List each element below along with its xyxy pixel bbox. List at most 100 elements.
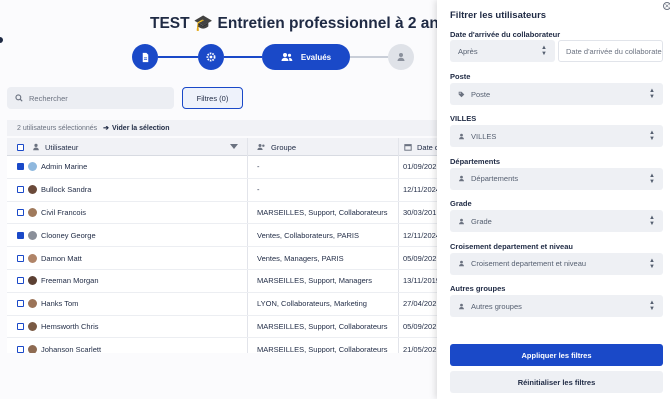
filter-panel: ✕ Filtrer les utilisateurs Date d'arrivé… bbox=[437, 0, 670, 399]
users-icon bbox=[257, 144, 265, 150]
clear-selection-link[interactable]: ➔ Vider la sélection bbox=[103, 124, 170, 133]
person-icon bbox=[459, 260, 464, 267]
filter-select[interactable]: Départements ▲ ▼ bbox=[450, 167, 663, 190]
avatar bbox=[28, 253, 37, 263]
table-row[interactable]: Bullock Sandra - 12/11/2024 bbox=[7, 179, 437, 202]
filter-select-value: Croisement departement et niveau bbox=[471, 259, 587, 269]
group-cell: MARSEILLES, Support, Collaborateurs bbox=[257, 321, 388, 331]
filters-button[interactable]: Filtres (0) bbox=[182, 87, 243, 109]
date-cell: 05/09/202 bbox=[403, 253, 437, 263]
filter-panel-title: Filtrer les utilisateurs bbox=[450, 10, 547, 21]
person-icon bbox=[459, 133, 464, 140]
user-cell[interactable]: Civil Francois bbox=[22, 202, 242, 224]
group-cell: MARSEILLES, Support, Collaborateurs bbox=[257, 344, 388, 353]
user-name: Damon Matt bbox=[41, 253, 82, 263]
step-evaluated[interactable]: Evalués bbox=[262, 44, 350, 70]
user-cell[interactable]: Hanks Tom bbox=[22, 293, 242, 315]
search-input[interactable]: Rechercher bbox=[7, 87, 174, 109]
person-icon bbox=[459, 218, 464, 224]
filter-select-value: Autres groupes bbox=[471, 301, 522, 311]
user-cell[interactable]: Freeman Morgan bbox=[22, 270, 242, 292]
user-name: Bullock Sandra bbox=[41, 185, 92, 195]
user-cell[interactable]: Admin Marine bbox=[22, 156, 242, 178]
document-icon bbox=[142, 52, 148, 62]
column-header-group[interactable]: Groupe bbox=[257, 138, 296, 156]
table-row[interactable]: Clooney George Ventes, Collaborateurs, PA… bbox=[7, 224, 437, 248]
avatar bbox=[28, 276, 37, 286]
step-settings[interactable] bbox=[198, 44, 224, 70]
page-title: TEST 🎓 Entretien professionnel à 2 ans •… bbox=[150, 15, 437, 32]
users-table: Utilisateur Groupe Date d' Admin Marine -… bbox=[7, 138, 437, 353]
avatar bbox=[28, 344, 37, 353]
arrival-date-input[interactable]: Date d'arrivée du collaborateur bbox=[558, 40, 663, 62]
user-name: Hanks Tom bbox=[41, 299, 79, 309]
sort-chevron-down-icon[interactable] bbox=[230, 138, 238, 156]
user-cell[interactable]: Damon Matt bbox=[22, 247, 242, 269]
user-cell[interactable]: Johanson Scarlett bbox=[22, 338, 242, 353]
table-row[interactable]: Freeman Morgan MARSEILLES, Support, Manag… bbox=[7, 270, 437, 293]
table-row[interactable]: Johanson Scarlett MARSEILLES, Support, Co… bbox=[7, 338, 437, 353]
clear-selection-label: Vider la sélection bbox=[112, 124, 170, 132]
user-cell[interactable]: Hemsworth Chris bbox=[22, 316, 242, 338]
table-row[interactable]: Civil Francois MARSEILLES, Support, Colla… bbox=[7, 202, 437, 225]
table-row[interactable]: Damon Matt Ventes, Managers, PARIS 05/09/2… bbox=[7, 247, 437, 270]
arrival-operator-select[interactable]: Après ▲ ▼ bbox=[450, 40, 555, 62]
filter-label: Croisement departement et niveau bbox=[450, 241, 573, 251]
filter-label: Poste bbox=[450, 72, 471, 81]
person-icon bbox=[459, 303, 464, 309]
close-icon[interactable]: ✕ bbox=[663, 2, 670, 10]
stepper-connector bbox=[158, 56, 198, 58]
avatar bbox=[28, 321, 37, 331]
column-header-user[interactable]: Utilisateur bbox=[32, 138, 78, 156]
filter-select[interactable]: VILLES ▲ ▼ bbox=[450, 125, 663, 148]
avatar bbox=[28, 230, 37, 240]
group-cell: LYON, Collaborateurs, Marketing bbox=[257, 299, 367, 309]
table-row[interactable]: Hanks Tom LYON, Collaborateurs, Marketing… bbox=[7, 293, 437, 316]
group-cell: MARSEILLES, Support, Collaborateurs bbox=[257, 207, 388, 217]
group-cell: MARSEILLES, Support, Managers bbox=[257, 276, 373, 286]
arrow-right-icon: ➔ bbox=[103, 125, 110, 132]
step-document[interactable] bbox=[132, 44, 158, 70]
user-name: Hemsworth Chris bbox=[41, 321, 99, 331]
table-row[interactable]: Hemsworth Chris MARSEILLES, Support, Coll… bbox=[7, 316, 437, 339]
user-cell[interactable]: Clooney George bbox=[22, 224, 242, 246]
filter-select[interactable]: Autres groupes ▲ ▼ bbox=[450, 295, 663, 317]
date-cell: 13/11/2019 bbox=[403, 276, 437, 286]
selection-bar: 2 utilisateurs sélectionnés ➔ Vider la s… bbox=[7, 120, 437, 136]
person-icon bbox=[33, 143, 39, 151]
reset-filters-button[interactable]: Réinitialiser les filtres bbox=[450, 371, 663, 393]
users-icon bbox=[281, 53, 293, 61]
avatar bbox=[28, 299, 37, 309]
select-arrows-icon: ▲ ▼ bbox=[649, 215, 655, 228]
user-cell[interactable]: Bullock Sandra bbox=[22, 179, 242, 201]
stepper-connector bbox=[350, 56, 388, 58]
group-cell: - bbox=[257, 162, 260, 172]
filter-select[interactable]: Grade ▲ ▼ bbox=[450, 210, 663, 233]
user-name: Admin Marine bbox=[41, 162, 88, 172]
filter-select[interactable]: Croisement departement et niveau ▲ ▼ bbox=[450, 252, 663, 275]
campaign-page: TEST 🎓 Entretien professionnel à 2 ans •… bbox=[0, 0, 437, 399]
group-cell: - bbox=[257, 185, 260, 195]
tag-icon bbox=[458, 91, 465, 97]
user-name: Johanson Scarlett bbox=[41, 344, 102, 353]
apply-filters-button[interactable]: Appliquer les filtres bbox=[450, 344, 663, 366]
avatar bbox=[28, 207, 37, 217]
campaign-stepper: Evalués bbox=[0, 44, 437, 70]
filter-select[interactable]: Poste ▲ ▼ bbox=[450, 83, 663, 105]
group-cell: Ventes, Collaborateurs, PARIS bbox=[257, 230, 359, 240]
filter-label: VILLES bbox=[450, 114, 477, 124]
filter-label: Grade bbox=[450, 199, 472, 209]
group-cell: Ventes, Managers, PARIS bbox=[257, 253, 344, 263]
filter-select-value: Poste bbox=[471, 89, 491, 99]
date-cell: 30/03/201 bbox=[403, 207, 437, 217]
select-arrows-icon: ▲ ▼ bbox=[541, 45, 547, 57]
date-cell: 12/11/2024 bbox=[403, 230, 437, 240]
calendar-icon bbox=[404, 144, 412, 151]
person-icon bbox=[397, 53, 405, 61]
select-all-checkbox[interactable] bbox=[17, 138, 24, 156]
column-label-group: Groupe bbox=[271, 142, 297, 152]
column-header-date[interactable]: Date d' bbox=[404, 138, 437, 156]
column-label-date: Date d' bbox=[417, 142, 437, 152]
table-row[interactable]: Admin Marine - 01/09/202 bbox=[7, 156, 437, 179]
step-next[interactable] bbox=[388, 44, 414, 70]
